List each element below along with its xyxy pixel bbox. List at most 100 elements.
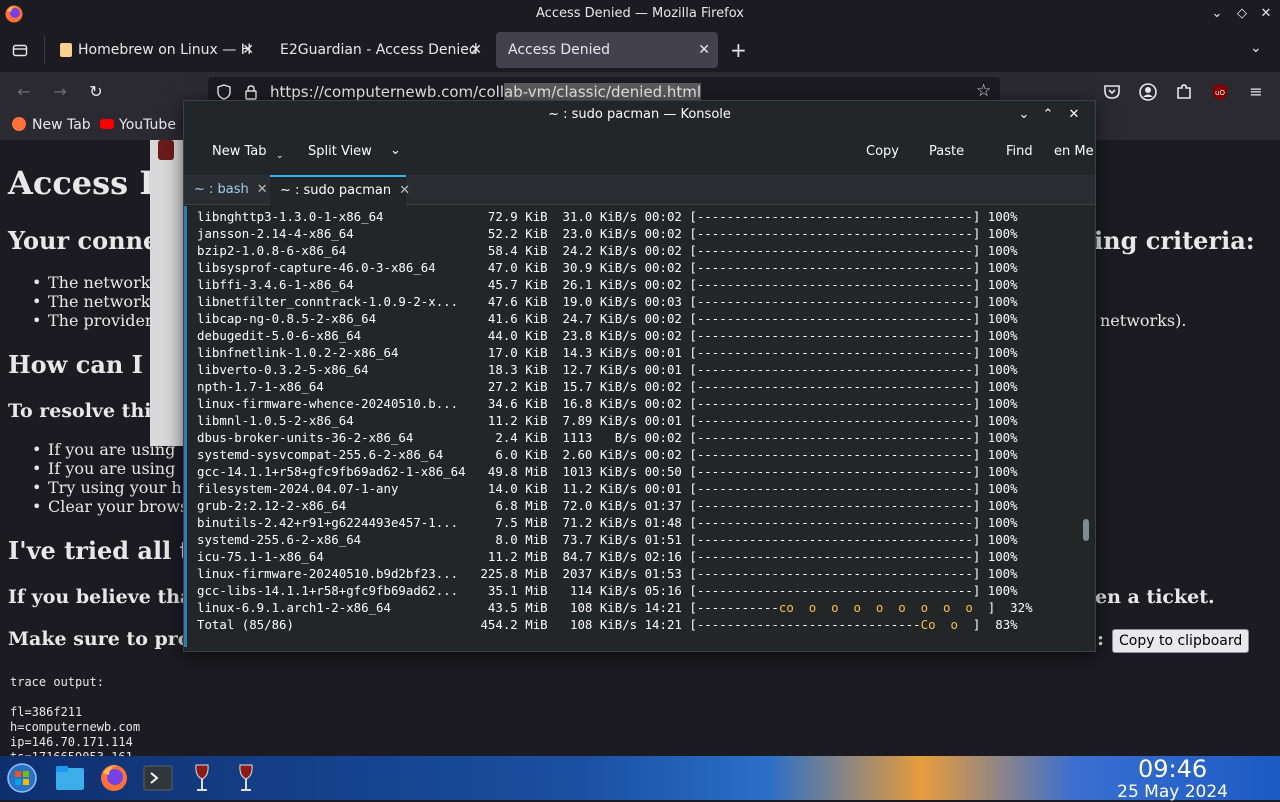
terminal-line: libnetfilter_conntrack-1.0.9-2-x... 47.6… bbox=[197, 294, 1018, 309]
terminal-line: dbus-broker-units-36-2-x86_64 2.4 KiB 11… bbox=[197, 430, 1018, 445]
new-tab-button[interactable]: New Tab bbox=[212, 144, 267, 159]
konsole-tab-bar: ~ : bash ✕ ~ : sudo pacman ✕ bbox=[184, 175, 1095, 205]
list-item: Clear your brows bbox=[32, 497, 188, 516]
bookmark-new-tab[interactable]: New Tab bbox=[12, 117, 91, 133]
back-arrow-icon[interactable]: ← bbox=[14, 82, 34, 102]
section-heading-connection: Your conne bbox=[8, 226, 159, 255]
svg-text:uO: uO bbox=[1215, 89, 1225, 97]
pocket-icon[interactable] bbox=[1102, 82, 1122, 102]
minimize-icon[interactable]: ⌄ bbox=[1015, 106, 1033, 124]
terminal-scrollbar[interactable] bbox=[1083, 519, 1089, 541]
forward-arrow-icon[interactable]: → bbox=[50, 82, 70, 102]
tab-label: E2Guardian - Access Denied bbox=[280, 42, 478, 58]
konsole-tab-pacman[interactable]: ~ : sudo pacman ✕ bbox=[270, 175, 410, 205]
ublock-origin-icon[interactable]: uO bbox=[1210, 82, 1230, 102]
terminal-line: libcap-ng-0.8.5-2-x86_64 41.6 KiB 24.7 K… bbox=[197, 311, 1018, 326]
tab-e2guardian[interactable]: E2Guardian - Access Denied ✕ bbox=[268, 32, 490, 68]
homebrew-favicon-icon bbox=[60, 43, 72, 57]
firefox-favicon-icon bbox=[12, 117, 26, 131]
firefox-titlebar: Access Denied — Mozilla Firefox ⌄ ◇ ✕ bbox=[0, 0, 1280, 28]
bookmark-youtube[interactable]: YouTube bbox=[100, 117, 176, 133]
pacman-glyph: C bbox=[920, 617, 929, 632]
find-button[interactable]: Find bbox=[1006, 144, 1033, 159]
new-tab-plus-icon[interactable]: + bbox=[730, 38, 747, 62]
terminal-line: libsysprof-capture-46.0-3-x86_64 47.0 Ki… bbox=[197, 260, 1018, 275]
resolve-heading: To resolve thi bbox=[8, 400, 152, 422]
tab-access-denied[interactable]: Access Denied ✕ bbox=[496, 32, 718, 68]
start-menu-icon[interactable] bbox=[6, 762, 38, 794]
tab-close-icon[interactable]: ✕ bbox=[399, 183, 410, 198]
tab-label: ~ : bash bbox=[194, 182, 249, 197]
copy-to-clipboard-button[interactable]: Copy to clipboard bbox=[1112, 629, 1250, 653]
terminal-line: debugedit-5.0-6-x86_64 44.0 KiB 23.8 KiB… bbox=[197, 328, 1018, 343]
section-heading-tried: I've tried all t bbox=[8, 536, 191, 565]
firefox-taskbar-icon[interactable] bbox=[98, 762, 130, 794]
url-text[interactable]: https://computernewb.com/collab-vm/class… bbox=[270, 83, 702, 101]
tab-label: ~ : sudo pacman bbox=[280, 183, 392, 198]
account-icon[interactable] bbox=[1138, 82, 1158, 102]
menu-button[interactable]: en Me bbox=[1054, 144, 1094, 159]
tab-close-icon[interactable]: ✕ bbox=[698, 32, 710, 68]
page-heading: Access D bbox=[8, 164, 168, 202]
terminal-line: linux-6.9.1.arch1-2-x86_64 43.5 MiB 108 … bbox=[197, 600, 1033, 615]
terminal-line: linux-firmware-whence-20240510.b... 34.6… bbox=[197, 396, 1018, 411]
section-heading-connection-tail: ing criteria: bbox=[1094, 226, 1255, 255]
terminal-taskbar-icon[interactable] bbox=[142, 762, 174, 794]
youtube-favicon-icon bbox=[100, 119, 114, 129]
konsole-title: ~ : sudo pacman — Konsole bbox=[548, 107, 731, 122]
wine-glass-icon[interactable] bbox=[230, 762, 262, 794]
maximize-icon[interactable]: ⌃ bbox=[1039, 106, 1057, 124]
copy-button[interactable]: Copy bbox=[866, 144, 899, 159]
split-view-dropdown-icon[interactable]: ⌄ bbox=[390, 143, 401, 158]
tab-close-icon[interactable]: ✕ bbox=[257, 182, 268, 197]
tracking-shield-icon[interactable] bbox=[216, 84, 232, 100]
believe-paragraph: If you believe tha bbox=[8, 586, 193, 608]
taskbar: 09:46 25 May 2024 bbox=[0, 756, 1280, 802]
list-all-tabs-icon[interactable]: ⌄ bbox=[1250, 40, 1262, 56]
tab-close-icon[interactable]: ✕ bbox=[470, 32, 482, 68]
konsole-tab-bash[interactable]: ~ : bash ✕ bbox=[184, 175, 268, 205]
tab-close-icon[interactable]: ✕ bbox=[242, 32, 254, 68]
wine-glass-icon[interactable] bbox=[186, 762, 218, 794]
section-heading-how: How can I bbox=[8, 350, 143, 379]
list-item: The network bbox=[32, 292, 150, 311]
new-tab-dropdown-icon[interactable]: ⌄ bbox=[276, 151, 284, 161]
tab-overview-icon[interactable] bbox=[12, 42, 28, 58]
terminal-line: Total (85/86) 454.2 MiB 108 KiB/s 14:21 … bbox=[197, 617, 1018, 632]
maximize-icon[interactable]: ◇ bbox=[1233, 5, 1251, 23]
terminal-output[interactable]: libnghttp3-1.3.0-1-x86_64 72.9 KiB 31.0 … bbox=[184, 206, 1084, 647]
terminal-line: linux-firmware-20240510.b9d2bf23... 225.… bbox=[197, 566, 1018, 581]
terminal-line: gcc-14.1.1+r58+gfc9fb69ad62-1-x86_64 49.… bbox=[197, 464, 1018, 479]
tab-homebrew[interactable]: Homebrew on Linux — H ✕ bbox=[48, 32, 262, 68]
paste-button[interactable]: Paste bbox=[929, 144, 964, 159]
terminal-line: binutils-2.42+r91+g6224493e457-1... 7.5 … bbox=[197, 515, 1018, 530]
trace-line: fl=386f211 bbox=[10, 705, 83, 719]
split-view-button[interactable]: Split View bbox=[308, 144, 372, 159]
list-item: Try using your h bbox=[32, 478, 182, 497]
tab-bar: Homebrew on Linux — H ✕ E2Guardian - Acc… bbox=[0, 28, 1280, 72]
bookmark-label: New Tab bbox=[32, 117, 91, 133]
bookmark-label: YouTube bbox=[119, 117, 176, 133]
file-manager-icon[interactable] bbox=[54, 762, 86, 794]
hamburger-menu-icon[interactable]: ≡ bbox=[1246, 82, 1266, 102]
url-selected: ab-vm/classic/denied.html bbox=[504, 83, 702, 101]
terminal-line: libnfnetlink-1.0.2-2-x86_64 17.0 KiB 14.… bbox=[197, 345, 1018, 360]
terminal-line: systemd-255.6-2-x86_64 8.0 MiB 73.7 KiB/… bbox=[197, 532, 1018, 547]
close-icon[interactable]: ✕ bbox=[1065, 106, 1083, 124]
clock[interactable]: 09:46 25 May 2024 bbox=[1117, 756, 1228, 802]
bookmark-star-icon[interactable]: ☆ bbox=[976, 81, 991, 101]
tab-separator bbox=[44, 36, 45, 64]
lock-icon[interactable] bbox=[244, 84, 258, 100]
extensions-puzzle-icon[interactable] bbox=[1174, 82, 1194, 102]
minimize-icon[interactable]: ⌄ bbox=[1208, 5, 1226, 23]
terminal-line: jansson-2.14-4-x86_64 52.2 KiB 23.0 KiB/… bbox=[197, 226, 1018, 241]
wine-glass-icon bbox=[158, 140, 174, 160]
tab-label: Access Denied bbox=[508, 42, 611, 58]
terminal-line: grub-2:2.12-2-x86_64 6.8 MiB 72.0 KiB/s … bbox=[197, 498, 1018, 513]
list-item: If you are using bbox=[32, 459, 175, 478]
close-icon[interactable]: ✕ bbox=[1257, 5, 1275, 23]
terminal-line: bzip2-1.0.8-6-x86_64 58.4 KiB 24.2 KiB/s… bbox=[197, 243, 1018, 258]
reload-icon[interactable]: ↻ bbox=[86, 82, 106, 102]
trace-line: trace output: bbox=[10, 675, 104, 689]
terminal-line: filesystem-2024.04.07-1-any 14.0 KiB 11.… bbox=[197, 481, 1018, 496]
